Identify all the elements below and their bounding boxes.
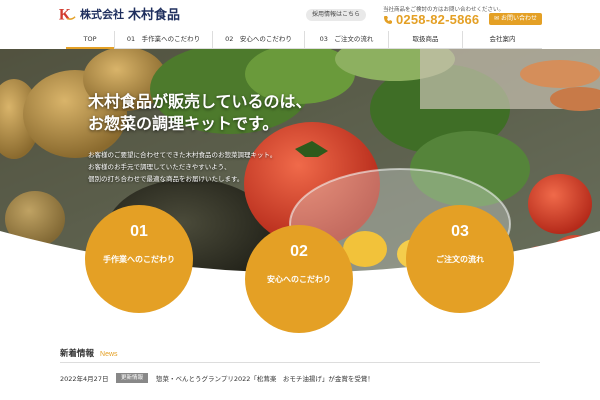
hero-text-line-2: お客様のお手元で調理していただきやすいよう、 bbox=[88, 163, 231, 171]
logo-mark-icon: K bbox=[59, 6, 76, 23]
feature-label: 手作業へのこだわり bbox=[103, 255, 175, 264]
nav-item-company[interactable]: 会社案内 bbox=[462, 31, 542, 49]
phone-number[interactable]: 0258-82-5866 bbox=[383, 12, 479, 27]
news-item[interactable]: 2022年4月27日 更新情報 惣菜・べんとうグランプリ2022「松茸楽 おモチ… bbox=[60, 372, 374, 384]
svg-text:K: K bbox=[59, 6, 71, 23]
logo-company-type: 株式会社 bbox=[80, 7, 124, 21]
inquiry-button[interactable]: ✉ お問い合わせ bbox=[489, 13, 542, 25]
feature-label: ご注文の流れ bbox=[436, 255, 484, 264]
global-nav: TOP 01 手作業へのこだわり 02 安心へのこだわり 03 ご注文の流れ 取… bbox=[66, 31, 542, 49]
nav-item-top[interactable]: TOP bbox=[66, 31, 114, 49]
hero-text-line-3: 個別の打ち合わせで最適な商品をお届けいたします。 bbox=[88, 175, 244, 183]
phone-number-text: 0258-82-5866 bbox=[396, 12, 480, 27]
feature-number: 02 bbox=[290, 243, 308, 260]
logo-company-name: 木村食品 bbox=[128, 8, 181, 23]
feature-number: 01 bbox=[130, 223, 148, 240]
feature-circle-safety[interactable]: 02 安心へのこだわり bbox=[245, 225, 353, 333]
news-heading: 新着情報 News bbox=[60, 347, 118, 359]
feature-circle-handwork[interactable]: 01 手作業へのこだわり bbox=[85, 205, 193, 313]
nav-item-products[interactable]: 取扱商品 bbox=[388, 31, 462, 49]
hero-description: お客様のご要望に合わせてできた木村食品のお惣菜調理キット。 お客様のお手元で調理… bbox=[88, 149, 276, 185]
phone-icon bbox=[384, 15, 392, 24]
news-title: 新着情報 bbox=[60, 349, 95, 359]
news-subtitle: News bbox=[100, 351, 118, 358]
hero-title-line-1: 木村食品が販売しているのは、 bbox=[88, 92, 312, 111]
inquiry-label: お問い合わせ bbox=[500, 15, 537, 22]
nav-item-safety[interactable]: 02 安心へのこだわり bbox=[212, 31, 304, 49]
news-item-text: 惣菜・べんとうグランプリ2022「松茸楽 おモチ油揚げ」が金賞を受賞！ bbox=[156, 375, 374, 383]
mail-icon: ✉ bbox=[494, 15, 501, 22]
company-logo[interactable]: K 株式会社 木村食品 bbox=[58, 4, 180, 23]
feature-circle-order-flow[interactable]: 03 ご注文の流れ bbox=[406, 205, 514, 313]
feature-label: 安心へのこだわり bbox=[267, 275, 331, 284]
news-category-badge: 更新情報 bbox=[116, 373, 149, 383]
nav-item-order-flow[interactable]: 03 ご注文の流れ bbox=[304, 31, 388, 49]
site-header: K 株式会社 木村食品 採用情報はこちら 当社商品をご検討の方はお問い合わせくだ… bbox=[0, 0, 600, 31]
hero-title-line-2: お惣菜の調理キットです。 bbox=[88, 114, 279, 133]
news-date: 2022年4月27日 bbox=[60, 375, 109, 383]
news-divider bbox=[60, 362, 540, 363]
nav-item-handwork[interactable]: 01 手作業へのこだわり bbox=[114, 31, 212, 49]
hero-title: 木村食品が販売しているのは、 お惣菜の調理キットです。 bbox=[88, 91, 312, 135]
feature-number: 03 bbox=[451, 223, 469, 240]
recruit-button[interactable]: 採用情報はこちら bbox=[306, 9, 367, 21]
hero-text-line-1: お客様のご要望に合わせてできた木村食品のお惣菜調理キット。 bbox=[88, 151, 277, 159]
